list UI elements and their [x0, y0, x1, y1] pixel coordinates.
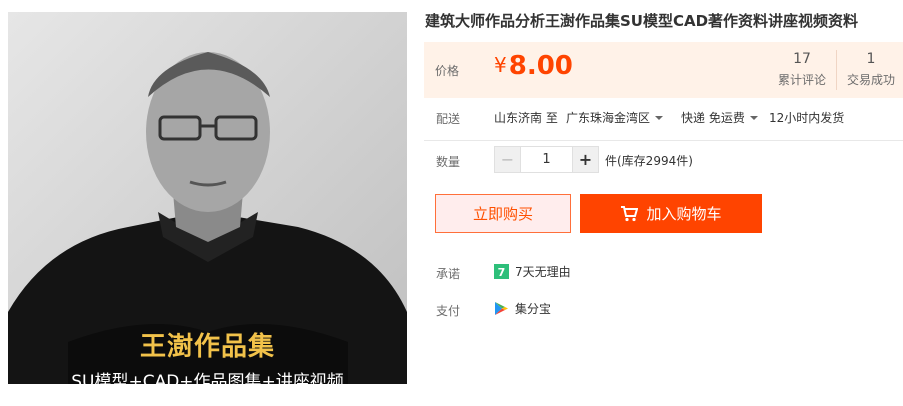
chevron-down-icon: [655, 116, 664, 120]
promise-text: 7天无理由: [515, 265, 571, 279]
play-store-icon: [495, 302, 508, 315]
payment-text: 集分宝: [515, 302, 552, 316]
add-to-cart-label: 加入购物车: [646, 205, 722, 223]
quantity-decrease-button[interactable]: −: [494, 146, 521, 173]
quantity-stepper: − 1 +: [494, 146, 599, 173]
seven-day-return-icon: 7: [494, 264, 509, 279]
quantity-increase-button[interactable]: +: [572, 146, 599, 173]
sales-stat: 1 交易成功: [841, 51, 901, 88]
product-image[interactable]: 王澍作品集 SU模型+CAD+作品图集+讲座视频: [8, 12, 407, 384]
quantity-input[interactable]: 1: [521, 146, 572, 173]
price-panel: 价格 ¥8.00 17 累计评论 1 交易成功: [424, 42, 903, 98]
shipping-label: 配送: [436, 112, 461, 126]
chevron-down-icon: [749, 116, 758, 120]
review-label: 累计评论: [777, 73, 826, 87]
stat-divider: [836, 50, 837, 90]
payment-item[interactable]: 集分宝: [494, 300, 551, 317]
image-overlay-subtitle: SU模型+CAD+作品图集+讲座视频: [71, 372, 344, 384]
shipping-method-text: 快递 免运费: [681, 111, 745, 125]
shipping-method-select[interactable]: 快递 免运费: [681, 109, 758, 126]
sales-count: 1: [866, 51, 876, 67]
price-value: ¥8.00: [494, 51, 573, 81]
price-amount: 8.00: [508, 51, 573, 81]
payment-label: 支付: [436, 304, 461, 318]
buy-now-button[interactable]: 立即购买: [435, 194, 571, 233]
dispatch-time: 12小时内发货: [769, 111, 845, 125]
product-title: 建筑大师作品分析王澍作品集SU模型CAD著作资料讲座视频资料: [425, 12, 859, 30]
divider: [424, 140, 903, 141]
currency-symbol: ¥: [494, 53, 507, 77]
image-overlay-title: 王澍作品集: [139, 332, 275, 362]
sales-label: 交易成功: [846, 73, 895, 87]
review-count: 17: [793, 51, 811, 67]
price-label: 价格: [435, 64, 460, 78]
shipping-from: 山东济南 至: [494, 111, 558, 125]
promise-label: 承诺: [436, 267, 461, 281]
add-to-cart-button[interactable]: 加入购物车: [580, 194, 762, 233]
review-stat[interactable]: 17 累计评论: [772, 51, 832, 88]
stock-info: 件(库存2994件): [605, 154, 693, 168]
shipping-destination-select[interactable]: 广东珠海金湾区: [566, 109, 664, 126]
shipping-destination-text: 广东珠海金湾区: [566, 111, 651, 125]
seven-day-badge-text: 7: [498, 266, 506, 279]
promise-item[interactable]: 7 7天无理由: [494, 263, 571, 280]
cart-icon: [621, 205, 639, 221]
quantity-label: 数量: [436, 155, 461, 169]
